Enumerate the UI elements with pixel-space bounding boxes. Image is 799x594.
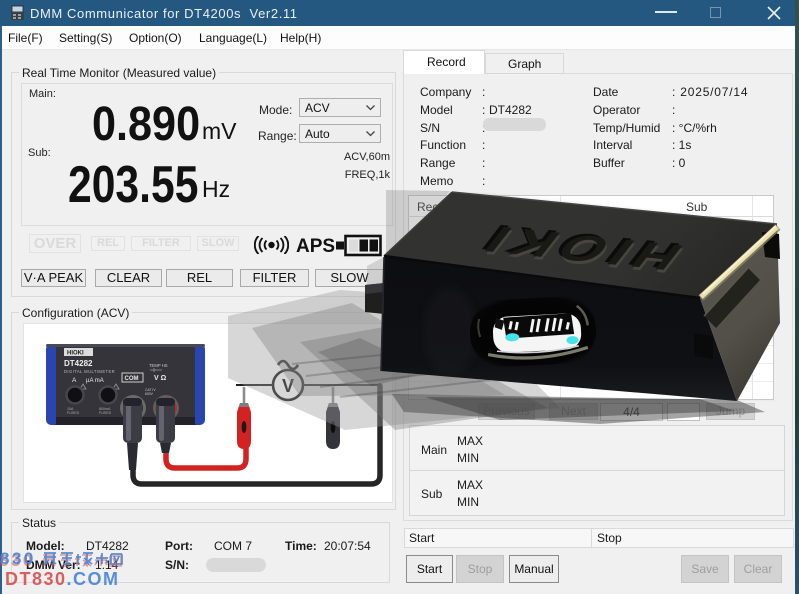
svg-text:TEMP HS: TEMP HS [149, 363, 168, 368]
svg-text:600V: 600V [145, 392, 154, 396]
svg-text:FUSED: FUSED [67, 411, 80, 415]
svg-text:DIGITAL MULTIMETER: DIGITAL MULTIMETER [64, 369, 115, 374]
svg-text:830: 830 [0, 551, 36, 568]
svg-text:HIOKI: HIOKI [67, 351, 84, 357]
svg-text:FUSED: FUSED [99, 411, 112, 415]
svg-text:µA mA: µA mA [86, 378, 104, 384]
svg-text:COM: COM [125, 376, 139, 382]
svg-text:V Ω: V Ω [154, 375, 167, 382]
svg-text:A: A [72, 377, 77, 384]
svg-text:V: V [282, 376, 294, 396]
svg-text:DT4282: DT4282 [64, 359, 93, 368]
